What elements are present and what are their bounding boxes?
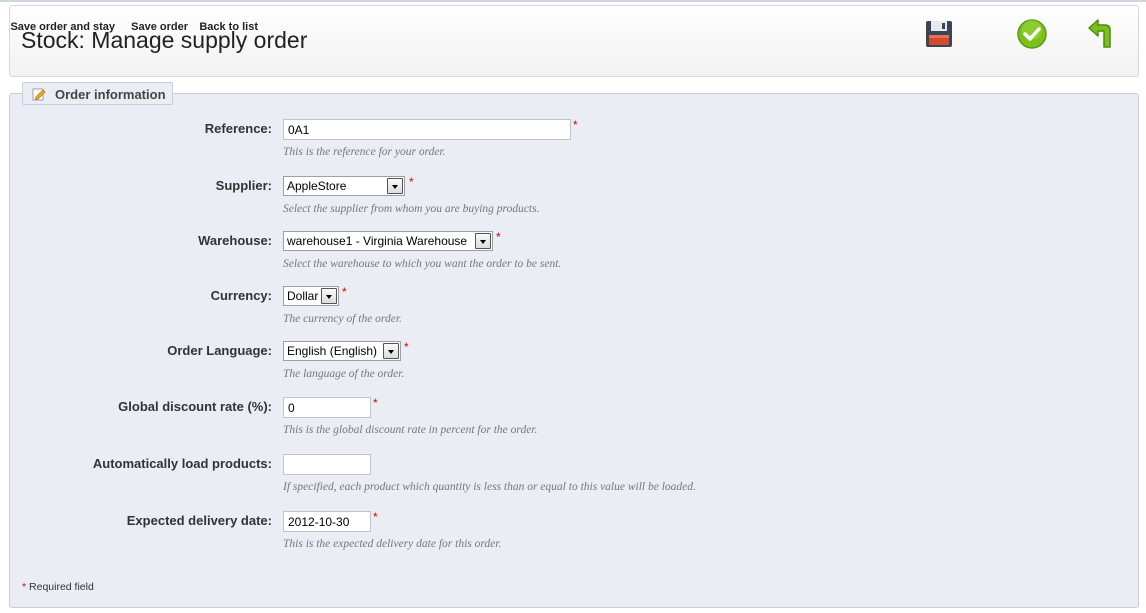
currency-value: Dollar [287,289,319,303]
save-order-label: Save order [131,21,188,33]
currency-hint: The currency of the order. [283,313,402,325]
back-to-list-button[interactable]: Back to list [199,18,1132,50]
chevron-down-icon[interactable] [321,288,337,304]
order-language-hint: The language of the order. [283,368,405,380]
required-marker: * [373,396,378,410]
panel-legend: Order information [22,82,173,105]
reference-label: Reference: [204,121,272,136]
required-marker: * [373,510,378,524]
warehouse-select[interactable]: warehouse1 - Virginia Warehouse [283,231,493,251]
save-and-stay-label: Save order and stay [10,21,115,33]
autoload-hint: If specified, each product which quantit… [283,481,696,493]
warehouse-value: warehouse1 - Virginia Warehouse [287,234,468,248]
supplier-hint: Select the supplier from whom you are bu… [283,203,540,215]
required-marker: * [409,175,414,189]
supplier-label: Supplier: [215,178,272,193]
discount-input[interactable] [283,397,371,418]
reference-hint: This is the reference for your order. [283,146,446,158]
required-marker: * [573,118,578,132]
delivery-date-label: Expected delivery date: [126,513,272,528]
autoload-input[interactable] [283,454,371,475]
required-marker: * [496,230,501,244]
floppy-disk-icon [926,21,952,47]
required-marker: * [22,581,27,593]
legend-label: Order information [55,87,166,102]
checkmark-icon [1017,19,1047,49]
chevron-down-icon[interactable] [383,343,399,359]
save-and-stay-button[interactable]: Save order and stay [10,18,989,50]
pencil-edit-icon [32,88,46,101]
autoload-label: Automatically load products: [92,456,272,471]
top-border [0,0,1146,2]
chevron-down-icon[interactable] [387,178,403,194]
delivery-date-input[interactable] [283,511,371,532]
supplier-value: AppleStore [287,179,347,193]
supplier-select[interactable]: AppleStore [283,176,405,196]
back-arrow-icon [1088,19,1111,48]
discount-label: Global discount rate (%): [118,399,272,414]
required-field-text: Required field [29,581,94,593]
order-language-select[interactable]: English (English) [283,341,401,361]
currency-select[interactable]: Dollar [283,286,339,306]
warehouse-hint: Select the warehouse to which you want t… [283,258,562,270]
toolbar: Stock: Manage supply order Save order an… [9,5,1139,77]
required-marker: * [404,340,409,354]
delivery-date-hint: This is the expected delivery date for t… [283,538,502,550]
required-marker: * [342,285,347,299]
warehouse-label: Warehouse: [198,233,272,248]
back-to-list-label: Back to list [199,21,258,33]
save-order-button[interactable]: Save order [131,18,1062,50]
chevron-down-icon[interactable] [475,233,491,249]
currency-label: Currency: [210,288,272,303]
reference-input[interactable] [283,119,571,140]
order-language-label: Order Language: [167,343,272,358]
order-language-value: English (English) [287,344,378,358]
discount-hint: This is the global discount rate in perc… [283,424,538,436]
required-field-note: * Required field [22,581,94,593]
